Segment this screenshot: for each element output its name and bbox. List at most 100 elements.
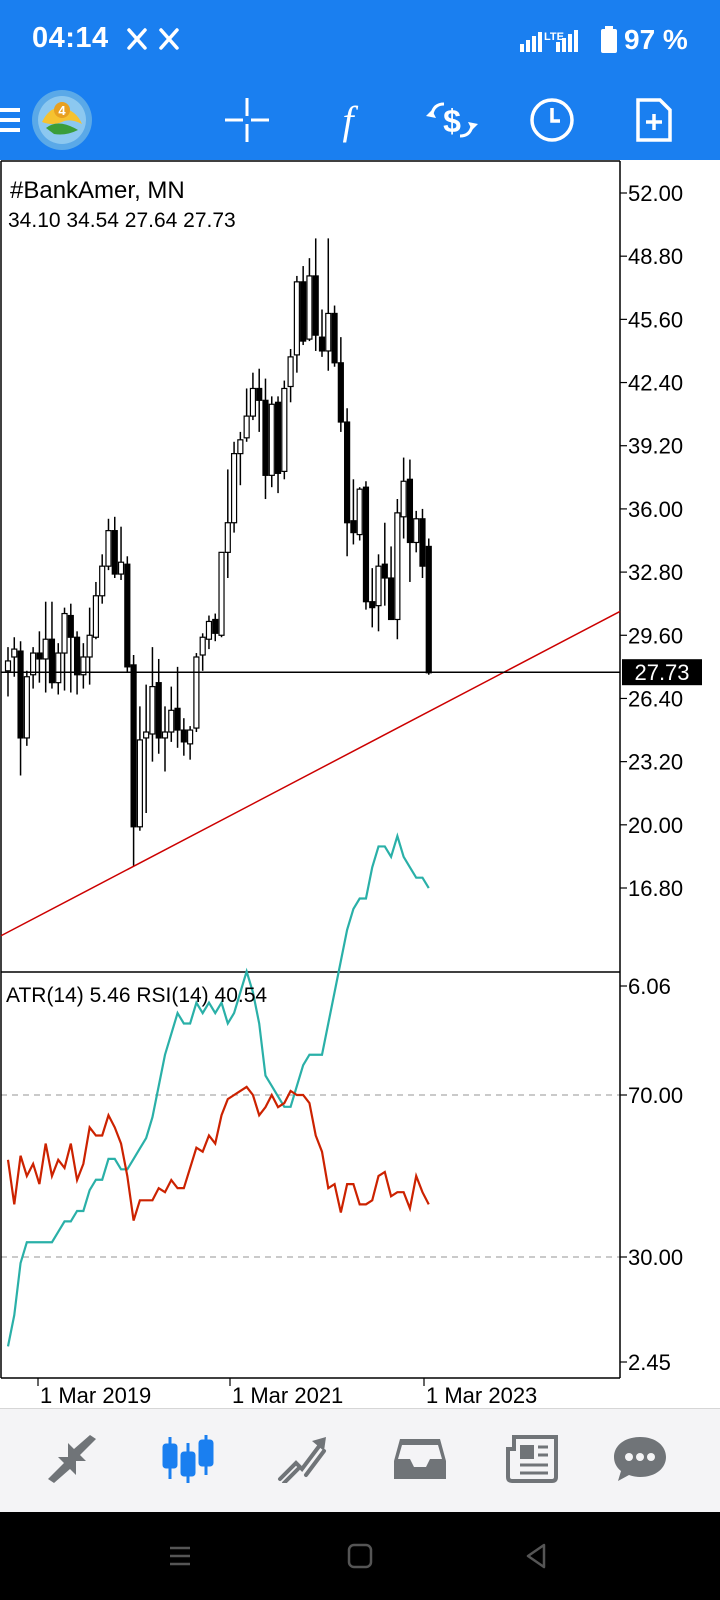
price-axis-label: 45.60 xyxy=(628,307,683,332)
price-axis-label: 23.20 xyxy=(628,750,683,775)
svg-text:4: 4 xyxy=(58,103,66,118)
candle-body xyxy=(425,545,432,674)
inbox-history-icon xyxy=(394,1439,446,1479)
trade-button[interactable]: $ xyxy=(420,88,484,152)
indicators-button[interactable]: f xyxy=(316,88,380,152)
home-icon xyxy=(347,1543,373,1569)
time-axis-label: 1 Mar 2023 xyxy=(426,1383,537,1408)
candle-body xyxy=(400,480,407,518)
ohlc-values: 34.10 34.54 27.64 27.73 xyxy=(8,209,236,232)
notification-icons xyxy=(126,26,182,57)
candle-body xyxy=(124,563,131,668)
back-icon xyxy=(526,1543,546,1569)
indicator-title: ATR(14) 5.46 RSI(14) 40.54 xyxy=(6,984,267,1007)
candle-body xyxy=(406,478,414,544)
indicator-axis-label: 30.00 xyxy=(628,1245,683,1270)
symbol-title: #BankAmer, MN xyxy=(10,177,185,204)
status-time: 04:14 xyxy=(32,22,109,54)
newspaper-icon xyxy=(506,1435,558,1483)
candle-body xyxy=(306,275,313,340)
nav-trade[interactable] xyxy=(268,1423,340,1495)
candle-body xyxy=(17,650,24,739)
candle-body xyxy=(356,488,363,536)
candle-body xyxy=(212,618,219,634)
candle-body xyxy=(419,518,426,567)
candle-body xyxy=(362,486,370,603)
candle-body xyxy=(205,620,213,640)
candle-body xyxy=(262,399,269,476)
candle-body xyxy=(4,660,12,672)
signal-icon: LTE xyxy=(520,26,580,59)
candle-body xyxy=(337,362,344,423)
nav-messages[interactable] xyxy=(604,1423,676,1495)
candle-body xyxy=(331,312,338,364)
price-axis-label: 48.80 xyxy=(628,244,683,269)
candle-body xyxy=(73,636,81,676)
price-axis-label: 16.80 xyxy=(628,876,683,901)
price-axis-label: 39.20 xyxy=(628,434,683,459)
candle-body xyxy=(268,403,275,476)
svg-text:$: $ xyxy=(443,103,461,139)
candle-body xyxy=(312,275,319,336)
candle-body xyxy=(218,551,225,636)
back-button[interactable] xyxy=(516,1536,556,1576)
trendline xyxy=(0,610,621,937)
candle-body xyxy=(274,401,282,474)
candle-body xyxy=(369,601,376,609)
recent-apps-icon xyxy=(170,1546,190,1566)
candle-body xyxy=(42,638,49,660)
candle-body xyxy=(67,614,74,638)
nav-history[interactable] xyxy=(384,1423,456,1495)
svg-text:f: f xyxy=(342,98,358,143)
mt4-logo[interactable]: 4 xyxy=(30,88,94,152)
candle-body xyxy=(149,686,156,735)
candle-body xyxy=(344,421,351,524)
chat-bubble-icon xyxy=(614,1437,666,1481)
price-chart[interactable]: 52.00 48.80 45.60 42.40 39.20 36.00 32.80 29.60… xyxy=(0,160,720,1408)
function-f-icon: f xyxy=(342,98,358,143)
recent-apps-button[interactable] xyxy=(160,1536,200,1576)
price-axis-label: 29.60 xyxy=(628,623,683,648)
nav-chart[interactable] xyxy=(152,1423,224,1495)
quotes-arrows-icon xyxy=(48,1435,96,1483)
clock-icon xyxy=(530,98,574,142)
mt4-logo-icon: 4 xyxy=(32,90,92,150)
trade-trend-icon xyxy=(278,1437,326,1483)
crosshair-button[interactable] xyxy=(215,88,279,152)
bottom-nav xyxy=(0,1408,720,1513)
candle-body xyxy=(180,729,187,743)
price-axis-label: 20.00 xyxy=(628,813,683,838)
time-axis-label: 1 Mar 2019 xyxy=(40,1383,151,1408)
candlestick-chart-icon xyxy=(162,1435,214,1483)
candle-body xyxy=(61,612,68,654)
candle-body xyxy=(237,439,244,455)
candle-body xyxy=(11,648,18,658)
new-order-button[interactable] xyxy=(622,88,686,152)
dollar-exchange-icon: $ xyxy=(426,102,478,139)
nav-quotes[interactable] xyxy=(36,1423,108,1495)
candle-body xyxy=(111,530,118,575)
indicator-axis-label: 6.06 xyxy=(628,974,671,999)
candle-body xyxy=(55,652,62,684)
candle-body xyxy=(36,652,43,660)
candle-body xyxy=(48,638,56,684)
hamburger-icon xyxy=(0,108,20,132)
candle-body xyxy=(387,577,395,621)
candle-body xyxy=(23,676,30,739)
candle-body xyxy=(293,281,300,356)
candle-body xyxy=(224,522,231,553)
candle-body xyxy=(86,634,93,658)
candle-body xyxy=(281,387,288,472)
rsi-line xyxy=(6,1085,430,1221)
battery-percent: 97 % xyxy=(624,24,688,55)
menu-button[interactable] xyxy=(0,88,24,152)
timeframe-button[interactable] xyxy=(520,88,584,152)
home-button[interactable] xyxy=(340,1536,380,1576)
nav-news[interactable] xyxy=(496,1423,568,1495)
chart-area[interactable]: 52.00 48.80 45.60 42.40 39.20 36.00 32.80 29.60… xyxy=(0,160,720,1408)
candle-body xyxy=(136,739,143,828)
candle-body xyxy=(168,709,175,733)
network-label: LTE xyxy=(544,31,564,43)
indicator-axis-label: 70.00 xyxy=(628,1083,683,1108)
candle-body xyxy=(394,512,401,621)
